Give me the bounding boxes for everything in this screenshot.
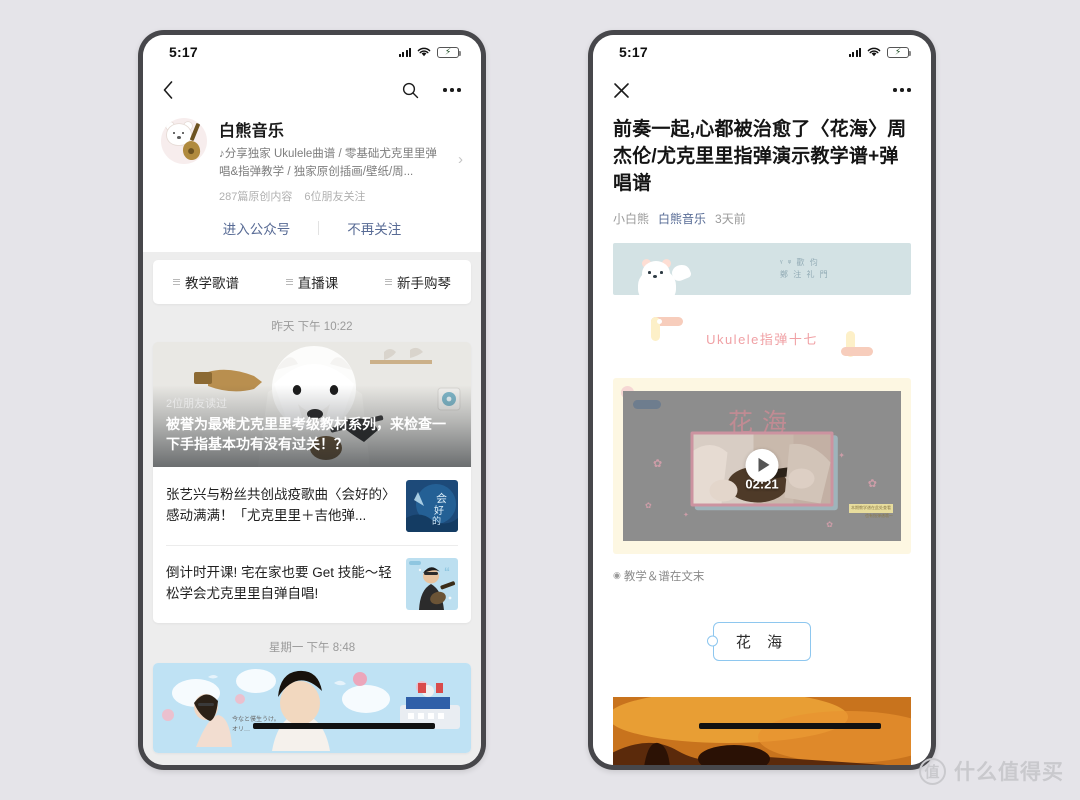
blue-sky-poster-with-couple-and-boat: 今なと僕生うけ。 オリ… bbox=[153, 662, 471, 753]
account-name: 白熊音乐 bbox=[219, 123, 285, 140]
original-count: 287篇原创内容 bbox=[219, 190, 293, 203]
battery-charging-icon: ⚡ bbox=[887, 46, 911, 58]
chevron-left-icon[interactable] bbox=[163, 81, 173, 99]
list-item[interactable]: 倒计时开课! 宅在家也要 Get 技能～轻松学会尤克里里自弹自唱! “ bbox=[153, 544, 471, 623]
hero-overlay: 2位朋友读过 被誉为最难尤克里里考级教材系列，来检查一下手指基本功有没有过关！？ bbox=[153, 385, 471, 467]
close-x-icon[interactable] bbox=[613, 82, 630, 99]
wifi-icon bbox=[417, 47, 431, 57]
menu-item-label: 新手购琴 bbox=[397, 275, 451, 291]
search-icon[interactable] bbox=[402, 82, 419, 99]
screenshot-stage: 5:17 ⚡ 白熊音乐 ♪分享独家 Ukulele曲谱 / 零基础尤克里里弹唱&… bbox=[0, 0, 1080, 800]
watermark-logo-icon: 值 bbox=[919, 757, 946, 785]
censor-bar bbox=[253, 722, 435, 729]
waving-bear-icon bbox=[634, 257, 693, 295]
feed: 教学歌谱 直播课 新手购琴 昨天 下午 10:22 2位朋友读过 被誉为最难尤克… bbox=[143, 251, 481, 765]
watermark: 值 什么值得买 bbox=[919, 756, 1064, 786]
menu-item-label: 教学歌谱 bbox=[185, 275, 239, 291]
menu-item-1[interactable]: 直播课 bbox=[259, 272, 365, 292]
deco-dot bbox=[657, 318, 662, 324]
account-actions: 进入公众号 不再关注 bbox=[161, 218, 463, 252]
section-label: Ukulele指弹十七 bbox=[706, 331, 818, 347]
menu-lines-icon bbox=[385, 278, 392, 285]
hero-image[interactable]: 2位朋友读过 被誉为最难尤克里里考级教材系列，来检查一下手指基本功有没有过关！？ bbox=[153, 341, 471, 467]
account-meta: 287篇原创内容 6位朋友关注 bbox=[219, 188, 446, 204]
article-card[interactable]: 2位朋友读过 被誉为最难尤克里里考级教材系列，来检查一下手指基本功有没有过关！？… bbox=[153, 341, 471, 623]
watermark-text: 什么值得买 bbox=[954, 761, 1064, 784]
more-dots-icon[interactable] bbox=[443, 88, 461, 92]
article-body: 前奏一起,心都被治愈了〈花海〉周杰伦/尤克里里指弹演示教学谱+弹唱谱 小白熊 白… bbox=[593, 111, 931, 765]
article-author: 小白熊 bbox=[613, 211, 650, 226]
censor-bar bbox=[699, 722, 881, 729]
battery-charging-icon: ⚡ bbox=[437, 46, 461, 58]
list-item[interactable]: 张艺兴与粉丝共创战疫歌曲〈会好的〉感动满满！「尤克里里＋吉他弹... 会 好 的 bbox=[153, 467, 471, 545]
hero-readers: 2位朋友读过 bbox=[166, 398, 228, 411]
phone-left-screen: 5:17 ⚡ 白熊音乐 ♪分享独家 Ukulele曲谱 / 零基础尤克里里弹唱&… bbox=[143, 35, 481, 765]
section-label-wrap: Ukulele指弹十七 bbox=[613, 316, 911, 357]
bottom-article-card[interactable]: 今なと僕生うけ。 オリ… bbox=[153, 662, 471, 753]
menu-item-label: 直播课 bbox=[297, 275, 339, 291]
status-icons: ⚡ bbox=[848, 46, 911, 58]
play-button-icon[interactable] bbox=[745, 448, 779, 482]
status-time: 5:17 bbox=[619, 44, 648, 60]
video-canvas[interactable]: 花海 ✿ ✿ ✦ ✦ ✿ ✿ ✦ bbox=[623, 390, 901, 541]
timestamp-second: 星期一 下午 8:48 bbox=[268, 641, 356, 654]
phone-right-screen: 5:17 ⚡ 前奏一起,心都被治愈了〈花海〉周杰伦/尤克里里指弹演示教学谱+弹唱… bbox=[593, 35, 931, 765]
song-pill-wrap: 花 海 bbox=[613, 621, 911, 661]
article-scroll[interactable]: 前奏一起,心都被治愈了〈花海〉周杰伦/尤克里里指弹演示教学谱+弹唱谱 小白熊 白… bbox=[593, 111, 931, 765]
friends-following: 6位朋友关注 bbox=[304, 190, 366, 203]
chevron-right-icon[interactable]: › bbox=[458, 151, 463, 168]
target-bullet-icon: ◉ bbox=[613, 570, 621, 581]
status-icons: ⚡ bbox=[398, 46, 461, 58]
svg-text:今なと僕生うけ。: 今なと僕生うけ。 bbox=[232, 715, 280, 723]
unfollow-button[interactable]: 不再关注 bbox=[319, 218, 429, 238]
bottom-menu-bar: 教学歌谱 直播课 新手购琴 bbox=[153, 259, 471, 304]
phone-right: 5:17 ⚡ 前奏一起,心都被治愈了〈花海〉周杰伦/尤克里里指弹演示教学谱+弹唱… bbox=[588, 30, 936, 770]
signal-bars-icon bbox=[848, 47, 861, 57]
svg-text:オリ…: オリ… bbox=[232, 726, 250, 733]
video-block: 花海 ✿ ✿ ✦ ✦ ✿ ✿ ✦ bbox=[613, 377, 911, 554]
list-item-title: 张艺兴与粉丝共创战疫歌曲〈会好的〉感动满满！「尤克里里＋吉他弹... bbox=[166, 487, 389, 523]
status-time: 5:17 bbox=[169, 44, 198, 60]
svg-text:的: 的 bbox=[432, 515, 441, 526]
video-caption: ◉ 教学＆谱在文末 bbox=[613, 568, 911, 584]
article-banner: ᵞ ᵠ 歡 伨 鄭 注 礼 門 bbox=[593, 242, 931, 295]
article-time: 3天前 bbox=[715, 211, 746, 226]
menu-lines-icon bbox=[285, 278, 293, 285]
video-note: 本期教学谱在此处查看 也有指弹谱哦～ bbox=[849, 504, 893, 518]
bear-ukulele-avatar[interactable] bbox=[161, 118, 207, 164]
more-dots-icon[interactable] bbox=[893, 88, 911, 92]
song-title-pill[interactable]: 花 海 bbox=[712, 621, 812, 661]
status-bar: 5:17 ⚡ bbox=[143, 35, 481, 69]
song-pill-label: 花 海 bbox=[735, 633, 789, 651]
article-title: 前奏一起,心都被治愈了〈花海〉周杰伦/尤克里里指弹演示教学谱+弹唱谱 bbox=[613, 119, 907, 194]
phone-left: 5:17 ⚡ 白熊音乐 ♪分享独家 Ukulele曲谱 / 零基础尤克里里弹唱&… bbox=[138, 30, 486, 770]
menu-lines-icon bbox=[173, 278, 180, 285]
list-item-title: 倒计时开课! 宅在家也要 Get 技能～轻松学会尤克里里自弹自唱! bbox=[166, 565, 392, 601]
nav-bar bbox=[143, 69, 481, 111]
svg-text:“: “ bbox=[444, 565, 450, 579]
signal-bars-icon bbox=[398, 47, 411, 57]
hero-title: 被誉为最难尤克里里考级教材系列，来检查一下手指基本功有没有过关！？ bbox=[166, 416, 446, 453]
deco-bar bbox=[841, 346, 873, 356]
wifi-icon bbox=[867, 47, 881, 57]
menu-item-2[interactable]: 新手购琴 bbox=[365, 272, 471, 292]
enter-official-account-button[interactable]: 进入公众号 bbox=[195, 218, 319, 238]
account-description: ♪分享独家 Ukulele曲谱 / 零基础尤克里里弹唱&指弹教学 / 独家原创插… bbox=[219, 148, 437, 178]
caption-text: 教学＆谱在文末 bbox=[623, 570, 705, 583]
man-with-ukulele-cover: “ bbox=[406, 557, 458, 610]
orange-sunset-photo bbox=[613, 696, 911, 765]
nav-bar bbox=[593, 69, 931, 111]
account-header: 白熊音乐 ♪分享独家 Ukulele曲谱 / 零基础尤克里里弹唱&指弹教学 / … bbox=[143, 111, 481, 252]
status-bar: 5:17 ⚡ bbox=[593, 35, 931, 69]
banner-text: ᵞ ᵠ 歡 伨 鄭 注 礼 門 bbox=[780, 257, 830, 279]
svg-text:会: 会 bbox=[436, 492, 447, 505]
article-meta: 小白熊 白熊音乐 3天前 bbox=[613, 210, 911, 227]
blue-song-cover: 会 好 的 bbox=[406, 479, 458, 532]
menu-item-0[interactable]: 教学歌谱 bbox=[153, 272, 259, 292]
article-account-link[interactable]: 白熊音乐 bbox=[658, 210, 706, 227]
